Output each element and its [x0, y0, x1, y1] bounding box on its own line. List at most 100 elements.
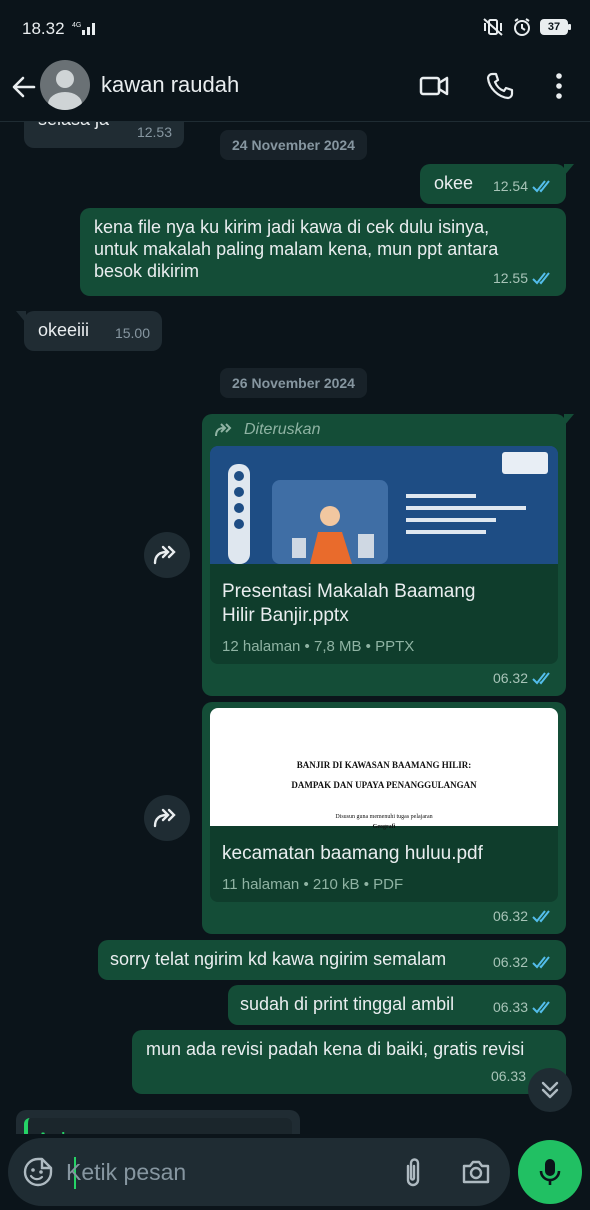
document-thumbnail: BANJIR DI KAWASAN BAAMANG HILIR: DAMPAK … — [210, 708, 558, 830]
forward-button[interactable] — [144, 532, 190, 578]
message-incoming-reply[interactable]: Anda — [16, 1110, 300, 1134]
message-document-pptx[interactable]: Diteruskan Presentasi Makalah Baamang Hi… — [202, 414, 574, 696]
forward-icon — [153, 545, 176, 565]
message-meta: 06.32 — [493, 667, 554, 689]
status-bar: 18.32 4G 37 — [0, 0, 590, 56]
arrow-left-icon — [12, 76, 36, 98]
battery-level: 37 — [547, 21, 561, 33]
double-chevron-down-icon — [541, 1081, 559, 1099]
message-text: sorry telat ngirim kd kawa ngirim semala… — [110, 949, 447, 969]
read-receipt-icon — [532, 272, 550, 285]
message-time: 06.32 — [492, 908, 528, 924]
scroll-to-bottom-button[interactable] — [528, 1068, 572, 1112]
message-time: 15.00 — [114, 325, 150, 341]
status-time: 18.32 — [22, 19, 65, 38]
document-card[interactable]: Presentasi Makalah Baamang Hilir Banjir.… — [210, 446, 558, 664]
document-thumbnail — [210, 446, 558, 564]
svg-text:4G: 4G — [72, 22, 81, 29]
message-text: okee — [434, 173, 474, 193]
message-meta: 12.54 — [493, 175, 554, 197]
forward-icon — [153, 808, 176, 828]
chat-header: kawan raudah — [0, 56, 590, 122]
paperclip-icon — [406, 1158, 420, 1187]
more-options-button[interactable] — [544, 70, 576, 102]
document-card[interactable]: BANJIR DI KAWASAN BAAMANG HILIR: DAMPAK … — [210, 708, 558, 902]
camera-button[interactable] — [460, 1156, 492, 1193]
message-text: okeeiii — [38, 320, 90, 340]
microphone-icon — [539, 1159, 561, 1185]
mute-vibrate-icon — [483, 18, 503, 36]
message-line: kena file nya ku kirim jadi kawa di cek … — [94, 217, 490, 237]
video-call-button[interactable] — [418, 70, 450, 102]
message-time: 06.32 — [492, 670, 528, 686]
message-outgoing[interactable]: kena file nya ku kirim jadi kawa di cek … — [80, 208, 566, 296]
default-avatar-icon — [48, 70, 82, 110]
more-vertical-icon — [556, 73, 562, 99]
document-name: Hilir Banjir.pptx — [222, 605, 349, 626]
forward-button[interactable] — [144, 795, 190, 841]
chat-area[interactable]: selasa ja 12.53 24 November 2024 okee 12… — [0, 122, 590, 1134]
read-receipt-icon — [532, 910, 550, 923]
date-separator: 24 November 2024 — [220, 130, 367, 160]
voice-message-button[interactable] — [518, 1140, 582, 1204]
message-incoming[interactable]: selasa ja 12.53 — [24, 122, 184, 148]
voice-call-button[interactable] — [484, 70, 516, 102]
signal-icon: 4G — [72, 20, 98, 41]
message-outgoing[interactable]: mun ada revisi padah kena di baiki, grat… — [132, 1030, 566, 1094]
message-time: 12.55 — [492, 270, 528, 286]
message-text: sudah di print tinggal ambil — [240, 994, 455, 1014]
message-time: 12.54 — [492, 178, 528, 194]
message-outgoing[interactable]: sorry telat ngirim kd kawa ngirim semala… — [98, 940, 566, 980]
read-receipt-icon — [532, 180, 550, 193]
message-meta: 06.32 — [493, 905, 554, 927]
date-separator: 26 November 2024 — [220, 368, 367, 398]
document-info: 12 halaman • 7,8 MB • PPTX — [222, 638, 415, 655]
read-receipt-icon — [532, 1001, 550, 1014]
sticker-button[interactable] — [22, 1156, 54, 1193]
message-document-pdf[interactable]: BANJIR DI KAWASAN BAAMANG HILIR: DAMPAK … — [202, 702, 566, 934]
attach-button[interactable] — [400, 1156, 426, 1193]
message-text: mun ada revisi padah kena di baiki, grat… — [146, 1039, 525, 1059]
phone-icon — [486, 72, 514, 100]
presentation-thumbnail-graphic — [210, 446, 558, 564]
status-right-icons: 37 — [482, 17, 571, 37]
message-meta: 06.32 — [493, 951, 554, 973]
message-line: besok dikirim — [94, 261, 200, 281]
message-line: untuk makalah paling malam kena, mun ppt… — [94, 239, 499, 259]
message-meta: 12.55 — [493, 267, 554, 289]
contact-name[interactable]: kawan raudah — [101, 72, 239, 98]
message-outgoing[interactable]: okee 12.54 — [420, 164, 574, 204]
forwarded-label: Diteruskan — [214, 419, 320, 441]
message-meta: 06.33 — [493, 996, 554, 1018]
document-name: Presentasi Makalah Baamang — [222, 581, 476, 602]
quoted-sender: Anda — [38, 1126, 73, 1134]
message-incoming[interactable]: okeeiii 15.00 — [16, 311, 162, 351]
composer — [8, 1138, 510, 1206]
quoted-message[interactable]: Anda — [24, 1118, 292, 1134]
alarm-icon — [514, 18, 530, 36]
forwarded-text: Diteruskan — [244, 421, 321, 438]
message-meta: 06.33 — [491, 1065, 526, 1087]
thumbnail-title: DAMPAK DAN UPAYA PENANGGULANGAN — [291, 780, 477, 790]
read-receipt-icon — [532, 956, 550, 969]
message-time: 12.53 — [136, 124, 172, 140]
message-meta: 15.00 — [115, 322, 150, 344]
avatar[interactable] — [40, 60, 90, 110]
back-button[interactable] — [10, 73, 38, 101]
camera-icon — [462, 1160, 490, 1184]
message-input[interactable] — [66, 1156, 386, 1188]
message-time: 06.32 — [492, 954, 528, 970]
message-time: 06.33 — [490, 1068, 526, 1084]
read-receipt-icon — [532, 672, 550, 685]
forwarded-icon — [215, 423, 232, 437]
document-info: 11 halaman • 210 kB • PDF — [222, 876, 404, 893]
document-name: kecamatan baamang huluu.pdf — [222, 843, 483, 864]
sticker-icon — [23, 1157, 53, 1187]
video-camera-icon — [419, 76, 449, 96]
thumbnail-subject: Geografi — [372, 824, 396, 830]
message-time: 06.33 — [492, 999, 528, 1015]
thumbnail-title: BANJIR DI KAWASAN BAAMANG HILIR: — [296, 760, 472, 770]
message-outgoing[interactable]: sudah di print tinggal ambil 06.33 — [228, 985, 566, 1025]
message-text: selasa ja — [38, 122, 109, 130]
battery-icon: 37 — [540, 19, 571, 35]
